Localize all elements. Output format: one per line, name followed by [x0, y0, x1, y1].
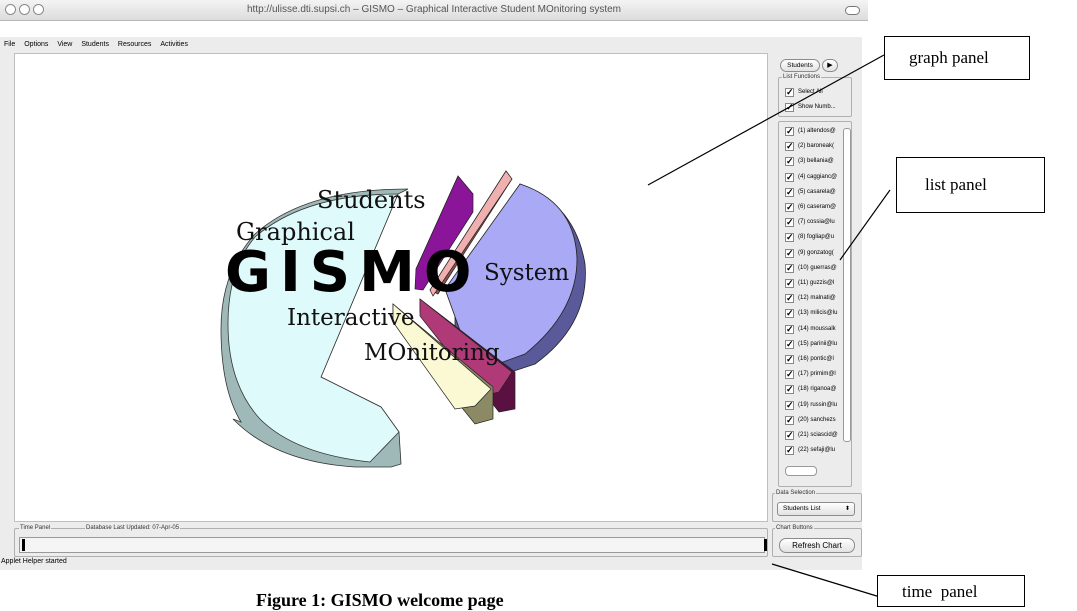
annotation-lines [647, 54, 891, 598]
time-panel-annotation: time panel [877, 575, 1025, 607]
time-panel-pointer [771, 563, 881, 598]
graph-panel-annotation: graph panel [884, 36, 1030, 80]
graph-panel-pointer [647, 54, 885, 186]
list-panel-pointer [839, 189, 891, 261]
list-panel-annotation: list panel [896, 157, 1045, 213]
figure-caption: Figure 1: GISMO welcome page [256, 590, 504, 610]
